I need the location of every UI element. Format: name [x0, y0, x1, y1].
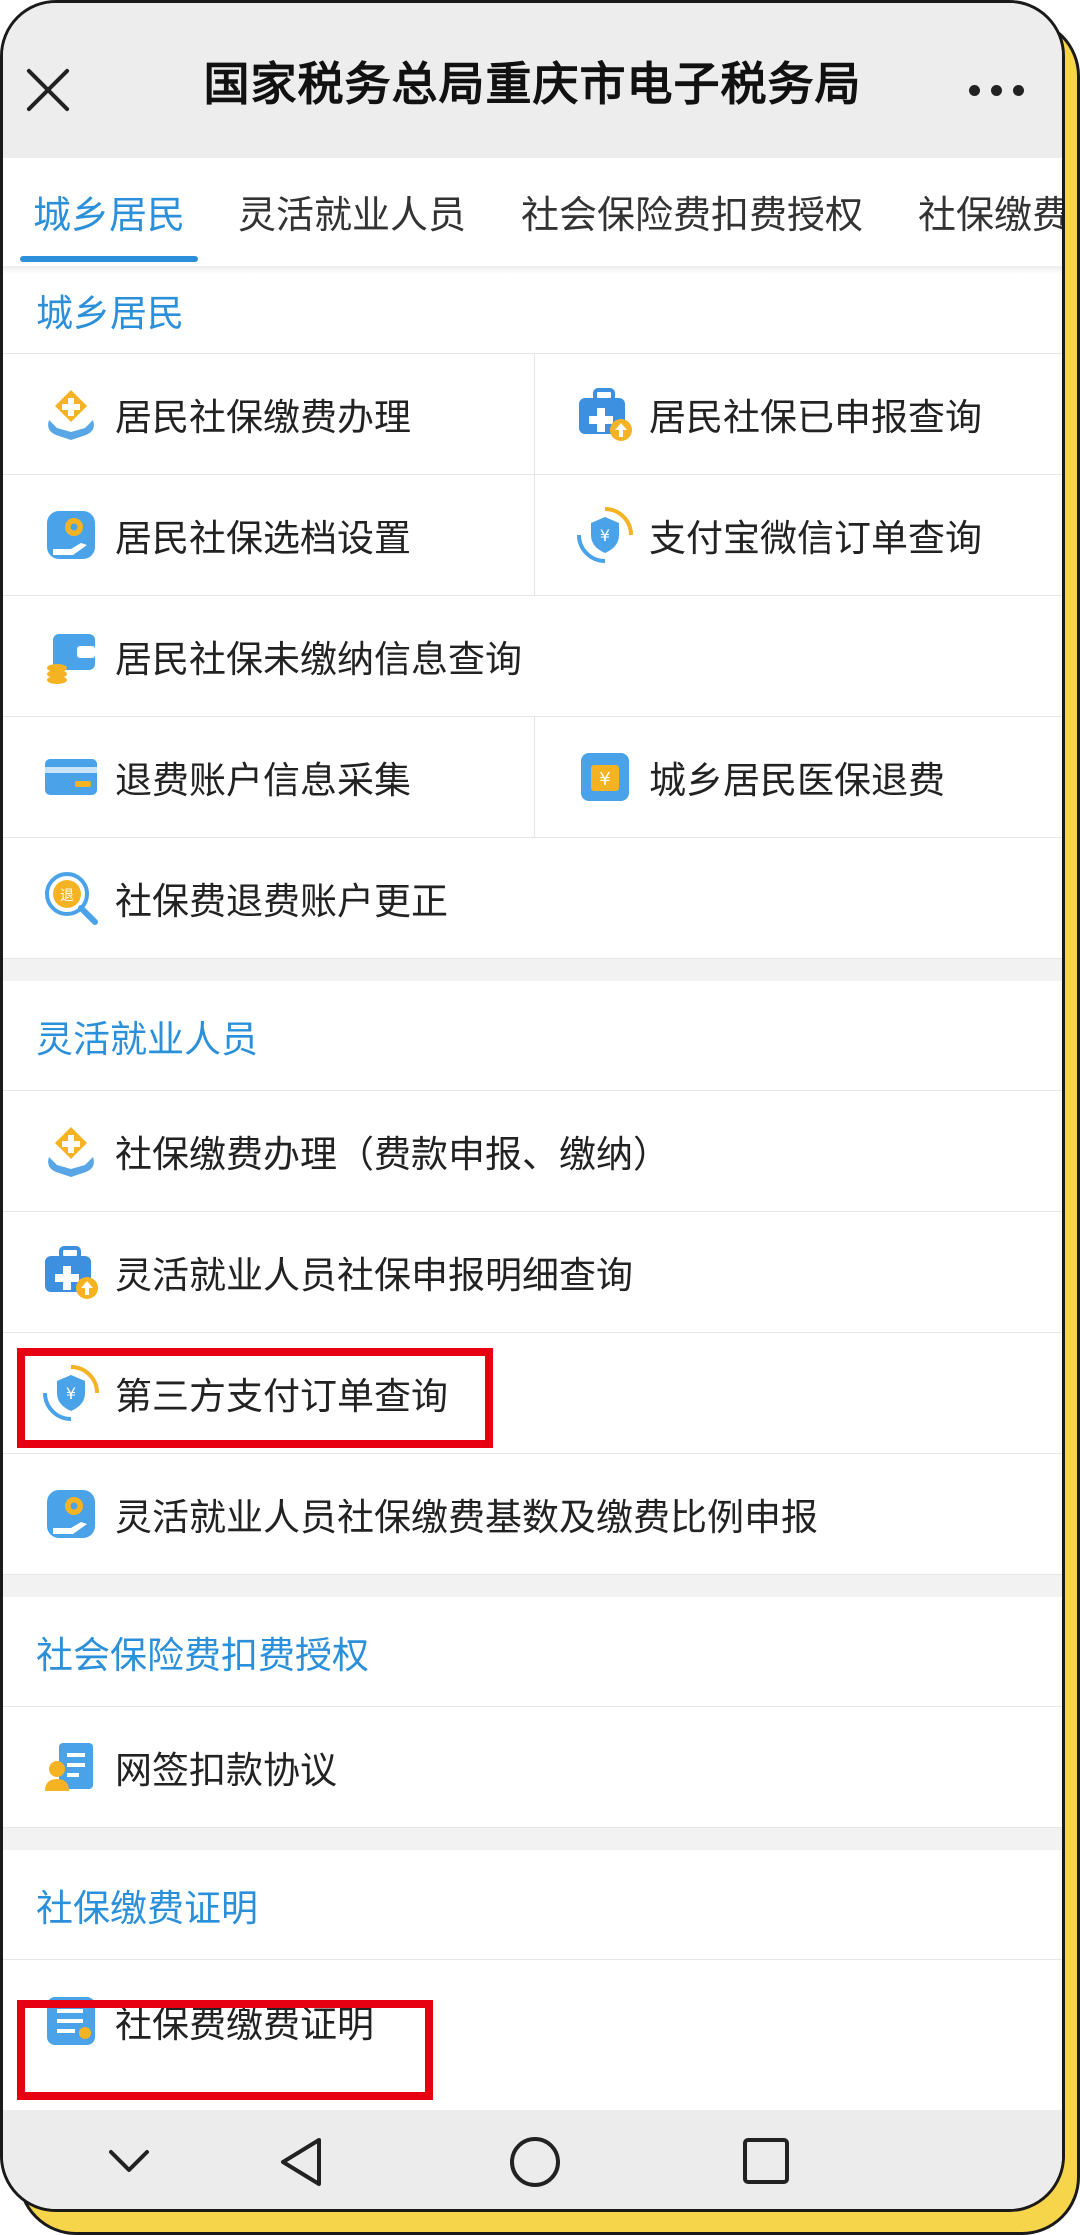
item-resident-payment[interactable]: 居民社保缴费办理 [3, 354, 535, 474]
highlight-box-third-party-order [17, 1348, 493, 1448]
phone-screen: 国家税务总局重庆市电子税务局 城乡居民 灵活就业人员 社会保险费扣费授权 社保缴… [0, 0, 1065, 2212]
item-label: 退费账户信息采集 [115, 759, 411, 802]
highlight-box-payment-certificate [17, 2000, 433, 2100]
item-label: 城乡居民医保退费 [649, 759, 945, 802]
hand-gear-icon [47, 1490, 95, 1538]
service-list: 城乡居民 居民社保缴费办理 居民社保已申报查询 居民社保选档设置 ¥ 支付宝微信… [3, 266, 1062, 2081]
title-bar: 国家税务总局重庆市电子税务局 [3, 3, 1062, 158]
item-label: 居民社保缴费办理 [115, 396, 411, 439]
home-icon[interactable] [507, 2134, 563, 2190]
tab-flexible[interactable]: 灵活就业人员 [238, 184, 466, 239]
chevron-down-icon[interactable] [107, 2146, 151, 2176]
item-flexible-base-ratio-declare[interactable]: 灵活就业人员社保缴费基数及缴费比例申报 [3, 1454, 1062, 1574]
section-title-flexible: 灵活就业人员 [3, 981, 1062, 1091]
hand-gear-icon [47, 511, 95, 559]
item-medical-refund[interactable]: ¥ 城乡居民医保退费 [535, 717, 1062, 837]
item-online-deduction-agreement[interactable]: 网签扣款协议 [3, 1707, 1062, 1827]
item-label: 灵活就业人员社保缴费基数及缴费比例申报 [115, 1496, 818, 1539]
item-unpaid-info-query[interactable]: 居民社保未缴纳信息查询 [3, 596, 1062, 716]
item-flexible-declare-detail-query[interactable]: 灵活就业人员社保申报明细查询 [3, 1212, 1062, 1332]
tab-authorization[interactable]: 社会保险费扣费授权 [521, 184, 863, 239]
item-alipay-wechat-order-query[interactable]: ¥ 支付宝微信订单查询 [535, 475, 1062, 595]
item-label: 支付宝微信订单查询 [649, 517, 982, 560]
section-title-certificate: 社保缴费证明 [3, 1850, 1062, 1960]
tab-residents[interactable]: 城乡居民 [33, 184, 185, 239]
item-label: 网签扣款协议 [115, 1749, 337, 1792]
yuan-box-icon: ¥ [581, 753, 629, 801]
contract-person-icon [45, 1743, 93, 1791]
item-refund-account-correct[interactable]: 退 社保费退费账户更正 [3, 838, 1062, 958]
hands-cross-icon [48, 390, 94, 440]
active-tab-indicator [20, 256, 198, 262]
back-icon[interactable] [275, 2134, 327, 2190]
bank-card-icon [45, 759, 97, 795]
svg-text:退: 退 [60, 888, 74, 904]
more-icon[interactable] [969, 85, 1024, 96]
item-label: 社保费退费账户更正 [115, 880, 448, 923]
system-nav-bar [3, 2110, 1062, 2209]
item-label: 居民社保未缴纳信息查询 [115, 638, 522, 681]
search-refund-icon: 退 [45, 872, 98, 925]
svg-text:¥: ¥ [599, 769, 610, 790]
item-resident-tier-setting[interactable]: 居民社保选档设置 [3, 475, 535, 595]
item-label: 灵活就业人员社保申报明细查询 [115, 1254, 633, 1297]
page-title: 国家税务总局重庆市电子税务局 [203, 56, 862, 111]
item-label: 居民社保选档设置 [115, 517, 411, 560]
item-label: 居民社保已申报查询 [649, 396, 982, 439]
item-label: 社保缴费办理（费款申报、缴纳） [115, 1133, 670, 1176]
medical-kit-upload-icon [45, 1246, 98, 1299]
recents-icon[interactable] [741, 2136, 791, 2186]
hands-cross-icon [48, 1127, 94, 1177]
section-title-residents: 城乡居民 [3, 274, 1062, 354]
section-title-authorization: 社会保险费扣费授权 [3, 1597, 1062, 1707]
item-refund-account-collect[interactable]: 退费账户信息采集 [3, 717, 535, 837]
wallet-coins-icon [47, 634, 95, 684]
medical-kit-upload-icon [579, 388, 632, 441]
svg-text:¥: ¥ [600, 526, 610, 545]
item-flexible-payment[interactable]: 社保缴费办理（费款申报、缴纳） [3, 1091, 1062, 1211]
close-icon[interactable] [23, 65, 73, 115]
tab-certificate[interactable]: 社保缴费 [918, 184, 1062, 239]
tab-bar: 城乡居民 灵活就业人员 社会保险费扣费授权 社保缴费 [3, 158, 1062, 266]
yuan-shield-icon: ¥ [577, 507, 633, 563]
item-resident-declared-query[interactable]: 居民社保已申报查询 [535, 354, 1062, 474]
